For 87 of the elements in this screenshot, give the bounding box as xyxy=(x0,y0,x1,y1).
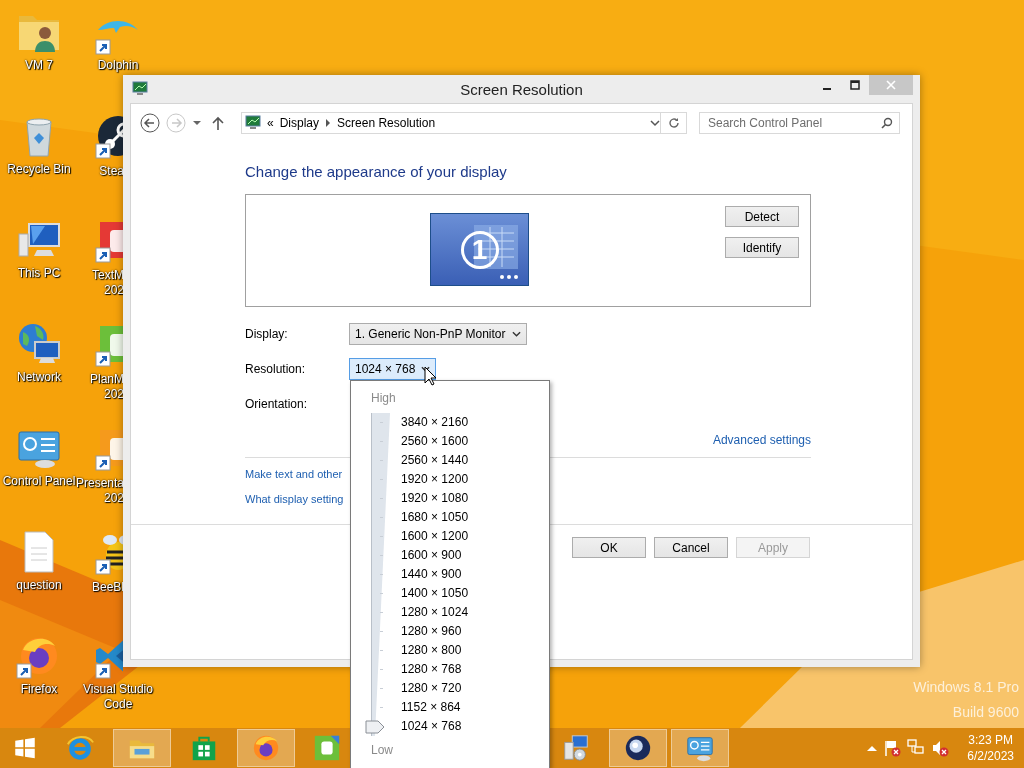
breadcrumb-overflow[interactable]: « xyxy=(267,116,274,130)
resolution-option[interactable]: 1920 × 1200 xyxy=(401,470,469,489)
icon-label: Network xyxy=(17,370,61,385)
help-link[interactable]: What display setting xyxy=(245,492,344,507)
help-link[interactable]: Make text and other xyxy=(245,467,343,482)
resolution-option[interactable]: 1280 × 1024 xyxy=(401,603,469,622)
resolution-option[interactable]: 1152 × 864 xyxy=(401,698,469,717)
resolution-option[interactable]: 1600 × 1200 xyxy=(401,527,469,546)
slider-track[interactable] xyxy=(366,413,391,736)
section-heading: Change the appearance of your display xyxy=(245,163,508,181)
resolution-option[interactable]: 1440 × 900 xyxy=(401,565,469,584)
refresh-icon xyxy=(667,117,680,129)
dropdown-select[interactable]: 1024 × 768 xyxy=(349,358,437,380)
resolution-option[interactable]: 1280 × 800 xyxy=(401,641,469,660)
app-tile-icon xyxy=(312,733,342,763)
window-grid-icon xyxy=(474,225,518,279)
search-icon xyxy=(881,117,893,129)
caret-up-icon[interactable] xyxy=(867,745,878,751)
ring-logo-icon xyxy=(65,733,95,763)
resolution-option[interactable]: 2560 × 1600 xyxy=(401,432,469,451)
watermark-text: Windows 8.1 Pro xyxy=(913,678,1019,697)
resolution-option[interactable]: 1920 × 1080 xyxy=(401,489,469,508)
icon-label: Control Panel xyxy=(2,474,76,489)
resolution-option[interactable]: 1280 × 720 xyxy=(401,679,469,698)
icon-label: 202 xyxy=(103,283,124,298)
resolution-option[interactable]: 1280 × 768 xyxy=(401,660,469,679)
refresh-button[interactable] xyxy=(661,112,687,134)
taskbar-button[interactable] xyxy=(609,729,667,767)
monitor-icon xyxy=(132,81,148,97)
icon-label: Stea xyxy=(99,164,124,179)
setting-label: Orientation: xyxy=(245,397,309,411)
minimize-icon xyxy=(823,88,831,90)
chevron-right-icon xyxy=(325,119,332,127)
icon-label: Visual Studio xyxy=(83,682,153,697)
identify-button[interactable]: Identify xyxy=(725,237,799,258)
setting-label: Display: xyxy=(245,327,289,341)
monitor-icon xyxy=(245,115,261,131)
flag-icon[interactable] xyxy=(883,739,902,757)
chevron-down-icon xyxy=(650,119,660,127)
icon-label: BeeBl xyxy=(91,580,124,595)
scale-label: High xyxy=(371,390,397,407)
dropdown-select[interactable]: 1. Generic Non-PnP Monitor xyxy=(349,323,527,345)
resolution-option[interactable]: 3840 × 2160 xyxy=(401,413,469,432)
icon-label: Firefox xyxy=(20,682,58,697)
icon-label: Code xyxy=(103,697,133,712)
resolution-option[interactable]: 1600 × 900 xyxy=(401,546,469,565)
caret-down-icon xyxy=(193,119,201,127)
icon-label: TextM xyxy=(92,268,124,283)
close-icon xyxy=(886,80,896,90)
chevron-down-icon xyxy=(511,330,521,338)
slider-thumb[interactable] xyxy=(365,719,385,734)
network-icon[interactable] xyxy=(907,739,926,757)
computer-icon xyxy=(561,733,591,763)
sphere-icon xyxy=(623,733,653,763)
speaker-muted-icon[interactable] xyxy=(931,739,950,757)
window-title: Screen Resolution xyxy=(460,80,583,98)
breadcrumb-item[interactable]: Display xyxy=(279,116,320,130)
advanced-settings-link[interactable]: Advanced settings xyxy=(712,433,811,448)
icon-label: This PC xyxy=(17,266,61,281)
detect-button[interactable]: Detect xyxy=(725,206,799,227)
icon-label: PlanM xyxy=(90,372,124,387)
resolution-option[interactable]: 1400 × 1050 xyxy=(401,584,469,603)
icon-label: Recycle Bin xyxy=(7,162,71,177)
icon-label: 202 xyxy=(103,387,124,402)
setting-label: Resolution: xyxy=(245,362,307,376)
breadcrumb-item[interactable]: Screen Resolution xyxy=(337,116,436,130)
back-button[interactable] xyxy=(139,112,161,134)
icon-label: Dolphin xyxy=(97,58,139,73)
resolution-option[interactable]: 1024 × 768 xyxy=(401,717,469,736)
icon-label: question xyxy=(16,578,62,593)
browser-logo-icon xyxy=(251,733,281,763)
resolution-option[interactable]: 1680 × 1050 xyxy=(401,508,469,527)
scale-label: Low xyxy=(371,742,394,759)
search-field[interactable]: Search Control Panel xyxy=(699,112,900,134)
dialog-button[interactable]: Cancel xyxy=(654,537,728,558)
address-bar[interactable]: « Display Screen Resolution xyxy=(241,112,661,134)
icon-label: 202 xyxy=(103,491,124,506)
resolution-option[interactable]: 1280 × 960 xyxy=(401,622,469,641)
dialog-button[interactable]: OK xyxy=(572,537,646,558)
monitor-number: 1 xyxy=(460,230,499,269)
taskbar-button[interactable] xyxy=(237,729,295,767)
icon-label: Presenta xyxy=(75,476,124,491)
resolution-option[interactable]: 2560 × 1440 xyxy=(401,451,469,470)
icon-label: VM 7 xyxy=(25,58,53,73)
maximize-icon xyxy=(850,80,860,90)
watermark-text: Build 9600 xyxy=(952,703,1019,722)
up-arrow-icon xyxy=(212,116,224,130)
